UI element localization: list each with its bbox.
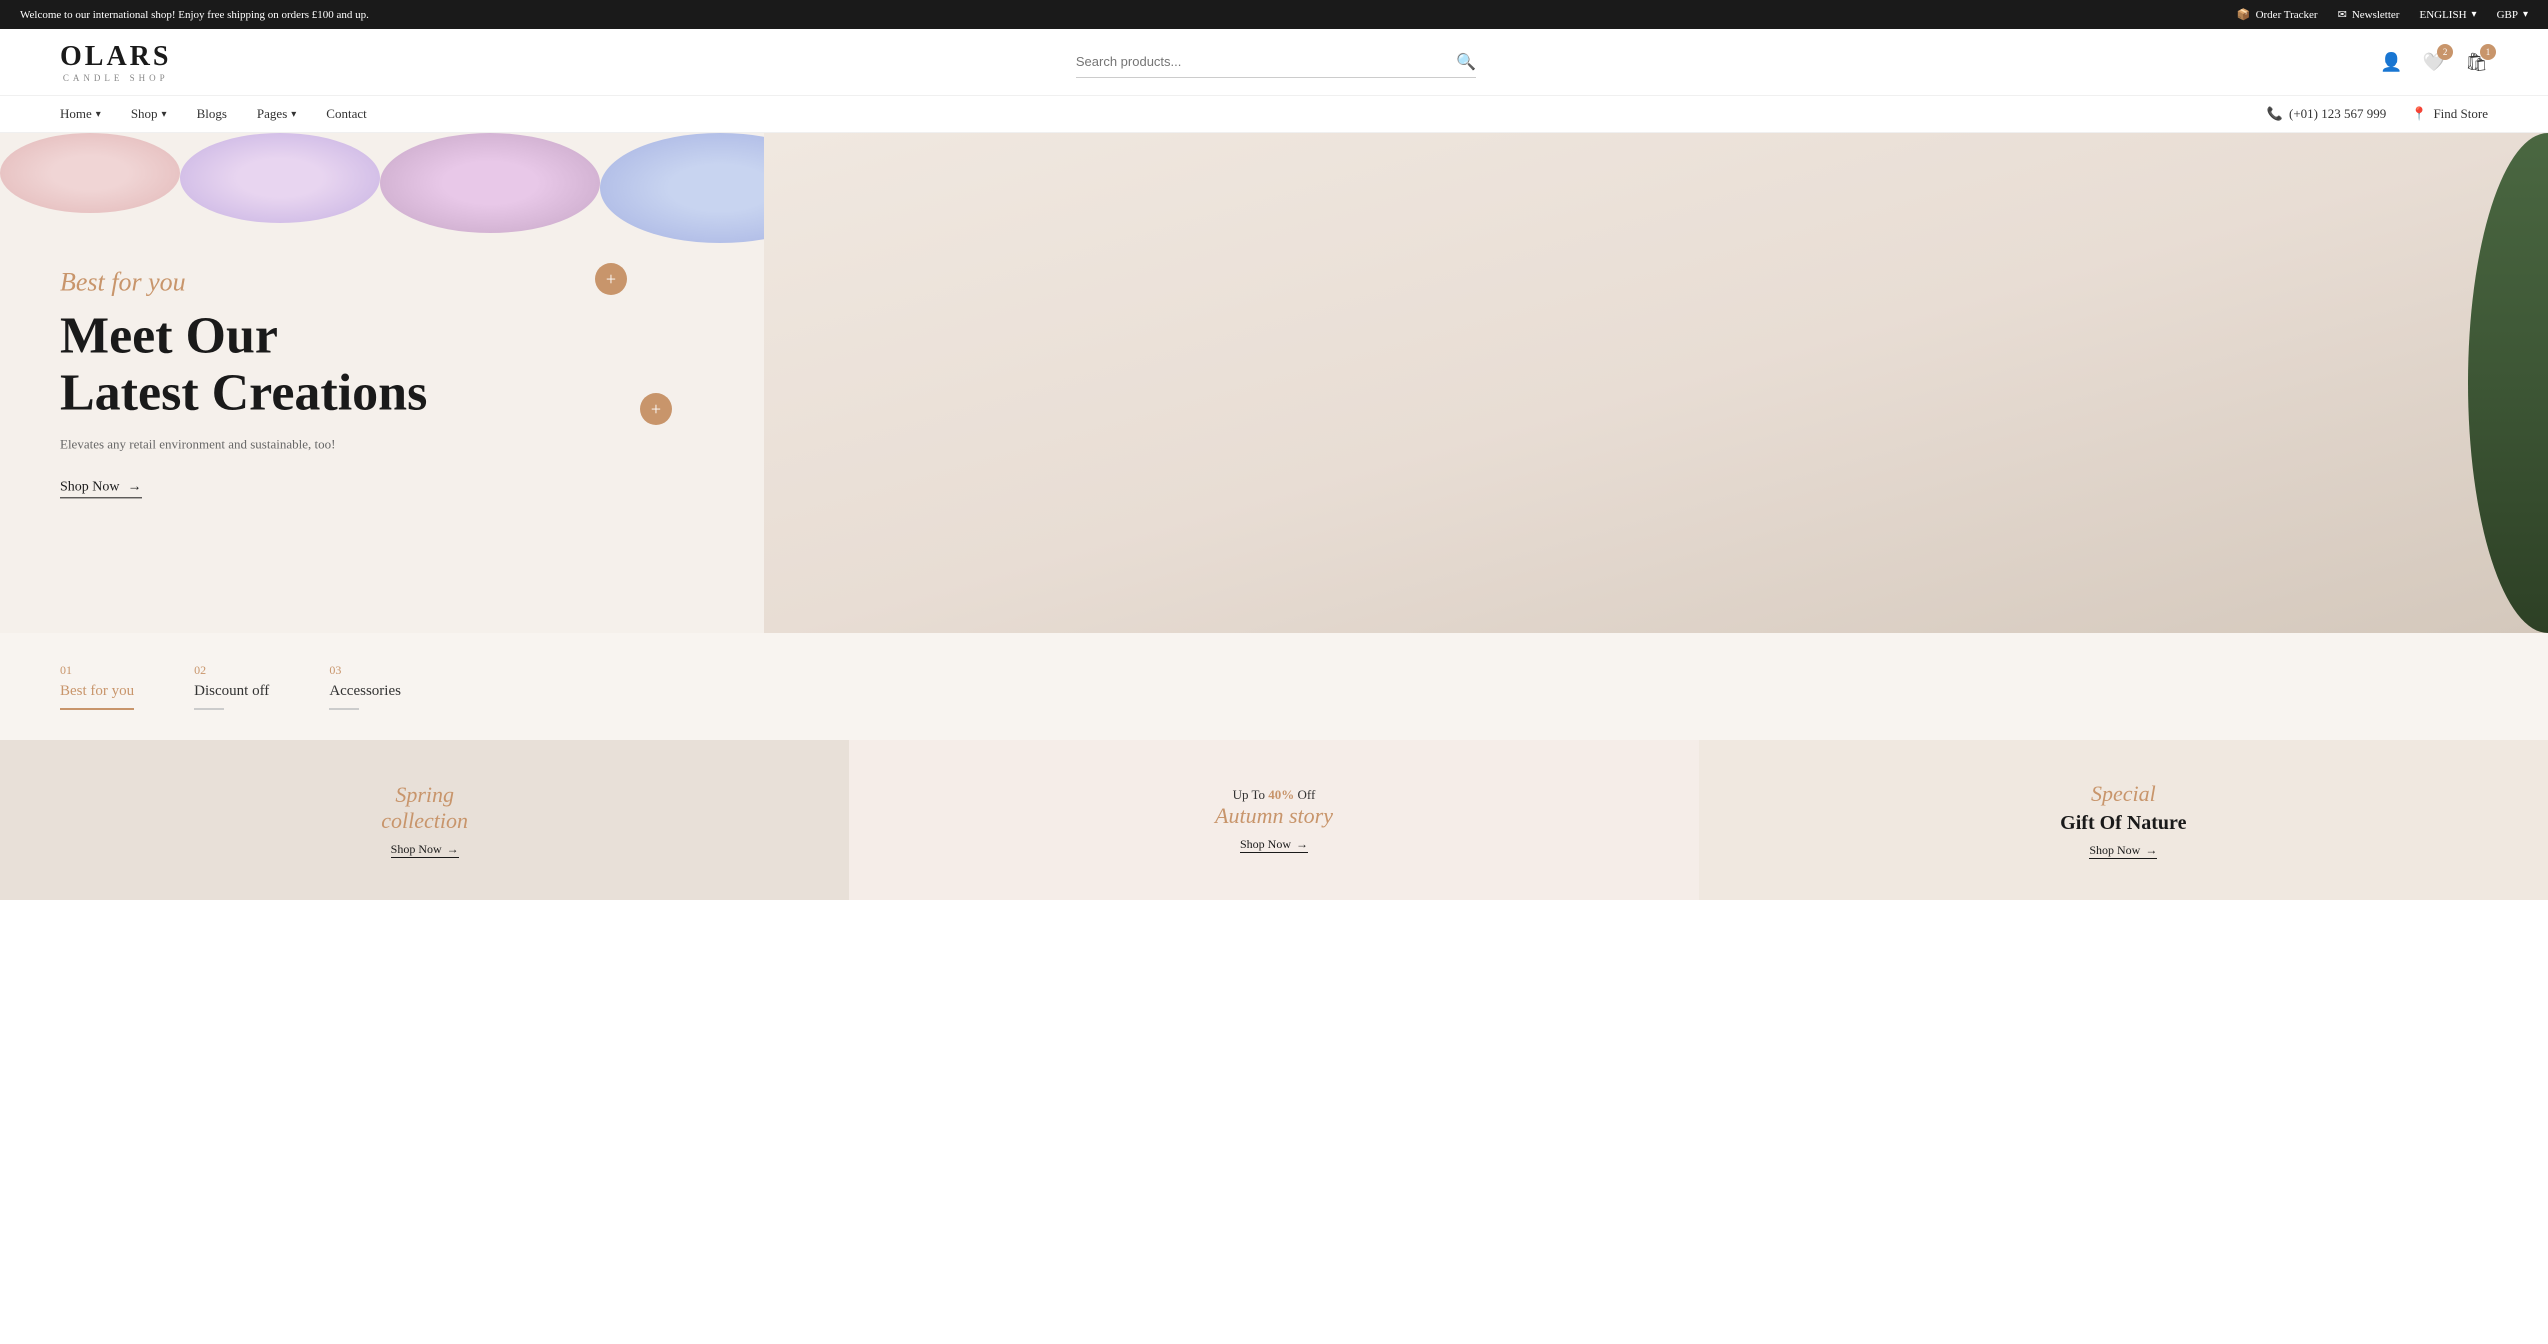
search-container: 🔍 [1076, 47, 1476, 78]
tab-label-2: Discount off [194, 683, 269, 700]
hero-content: Best for you Meet Our Latest Creations E… [60, 267, 427, 498]
nav-item-contact[interactable]: Contact [326, 106, 366, 122]
site-logo[interactable]: OLARS CANDLE SHOP [60, 41, 171, 83]
phone-icon: 📞 [2267, 106, 2283, 122]
candle-visual-3 [380, 133, 600, 233]
autumn-cta-arrow-icon: → [1296, 837, 1308, 852]
order-tracker-icon: 📦 [2237, 8, 2251, 21]
main-nav: Home ▾ Shop ▾ Blogs Pages ▾ Contact 📞 (+… [0, 96, 2548, 133]
language-selector[interactable]: ENGLISH ▾ [2419, 9, 2476, 21]
tab-accessories[interactable]: 03 Accessories [329, 663, 401, 710]
cart-button[interactable]: 🛍 1 [2465, 52, 2488, 73]
hero-tabs: 01 Best for you 02 Discount off 03 Acces… [0, 633, 2548, 740]
nav-item-pages[interactable]: Pages ▾ [257, 106, 296, 122]
nav-item-shop[interactable]: Shop ▾ [131, 106, 167, 122]
wishlist-button[interactable]: 🤍 2 [2423, 52, 2445, 73]
pages-chevron-icon: ▾ [291, 109, 296, 120]
nav-right: 📞 (+01) 123 567 999 📍 Find Store [2267, 106, 2488, 122]
autumn-banner-cta[interactable]: Shop Now → [1240, 837, 1308, 853]
hero-title: Meet Our Latest Creations [60, 307, 427, 421]
hero-shop-now-link[interactable]: Shop Now → [60, 480, 142, 499]
search-icon: 🔍 [1456, 54, 1476, 71]
nav-items: Home ▾ Shop ▾ Blogs Pages ▾ Contact [60, 106, 367, 122]
wishlist-badge: 2 [2437, 44, 2453, 60]
nav-find-store[interactable]: 📍 Find Store [2411, 106, 2488, 122]
autumn-banner: Up To 40% Off Autumn story Shop Now → [849, 740, 1698, 900]
spring-banner: Spring collection Shop Now → [0, 740, 849, 900]
announcement-bar: Welcome to our international shop! Enjoy… [0, 0, 2548, 29]
header-icons: 👤 🤍 2 🛍 1 [2380, 52, 2488, 73]
site-header: OLARS CANDLE SHOP 🔍 👤 🤍 2 🛍 1 [0, 29, 2548, 96]
discount-percent: 40% [1268, 787, 1294, 802]
promotion-banners: Spring collection Shop Now → Up To 40% O… [0, 740, 2548, 900]
hero-subtitle: Best for you [60, 267, 427, 297]
tab-number-3: 03 [329, 663, 401, 678]
tab-best-for-you[interactable]: 01 Best for you [60, 663, 134, 710]
currency-selector[interactable]: GBP ▾ [2497, 9, 2528, 21]
spring-script: Spring collection [381, 782, 468, 834]
hero-section: + + Best for you Meet Our Latest Creatio… [0, 133, 2548, 633]
tab-label-1: Best for you [60, 683, 134, 700]
autumn-script: Autumn story [1215, 803, 1333, 829]
order-tracker-link[interactable]: 📦 Order Tracker [2237, 8, 2318, 21]
nature-banner-cta[interactable]: Shop Now → [2089, 843, 2157, 859]
user-icon: 👤 [2380, 52, 2402, 72]
hero-background [764, 133, 2548, 633]
logo-sub: CANDLE SHOP [63, 73, 169, 83]
hero-title-line1: Meet Our [60, 307, 278, 364]
cta-arrow-icon: → [128, 480, 142, 496]
candle-visual-1 [0, 133, 180, 213]
spring-cta-arrow-icon: → [447, 842, 459, 857]
nature-banner: Special Gift Of Nature Shop Now → [1699, 740, 2548, 900]
tab-number-1: 01 [60, 663, 134, 678]
tab-underline-2 [194, 708, 224, 710]
announcement-right: 📦 Order Tracker ✉ Newsletter ENGLISH ▾ G… [2237, 8, 2528, 21]
spring-banner-cta[interactable]: Shop Now → [391, 842, 459, 858]
newsletter-icon: ✉ [2338, 8, 2347, 21]
language-chevron-icon: ▾ [2472, 9, 2477, 20]
hotspot-button-2[interactable]: + [640, 393, 672, 425]
tab-underline-3 [329, 708, 359, 710]
currency-chevron-icon: ▾ [2523, 9, 2528, 20]
map-icon: 📍 [2411, 106, 2427, 122]
announcement-text: Welcome to our international shop! Enjoy… [20, 9, 369, 21]
candle-visual-2 [180, 133, 380, 223]
hotspot-button-1[interactable]: + [595, 263, 627, 295]
search-button[interactable]: 🔍 [1456, 52, 1476, 72]
autumn-promo-text: Up To 40% Off [1233, 787, 1316, 803]
tab-discount-off[interactable]: 02 Discount off [194, 663, 269, 710]
nature-banner-title: Gift Of Nature [2060, 812, 2186, 835]
home-chevron-icon: ▾ [96, 109, 101, 120]
tab-underline-1 [60, 708, 134, 710]
account-icon-button[interactable]: 👤 [2380, 52, 2402, 73]
nav-item-blogs[interactable]: Blogs [197, 106, 227, 122]
tab-number-2: 02 [194, 663, 269, 678]
hero-title-line2: Latest Creations [60, 365, 427, 422]
tab-label-3: Accessories [329, 683, 401, 700]
nature-cta-arrow-icon: → [2145, 843, 2157, 858]
logo-text: OLARS [60, 41, 171, 73]
shop-chevron-icon: ▾ [162, 109, 167, 120]
nav-item-home[interactable]: Home ▾ [60, 106, 101, 122]
nav-phone[interactable]: 📞 (+01) 123 567 999 [2267, 106, 2386, 122]
hero-description: Elevates any retail environment and sust… [60, 437, 427, 453]
special-script: Special [2091, 781, 2156, 807]
newsletter-link[interactable]: ✉ Newsletter [2338, 8, 2400, 21]
search-input[interactable] [1076, 54, 1456, 69]
cart-badge: 1 [2480, 44, 2496, 60]
